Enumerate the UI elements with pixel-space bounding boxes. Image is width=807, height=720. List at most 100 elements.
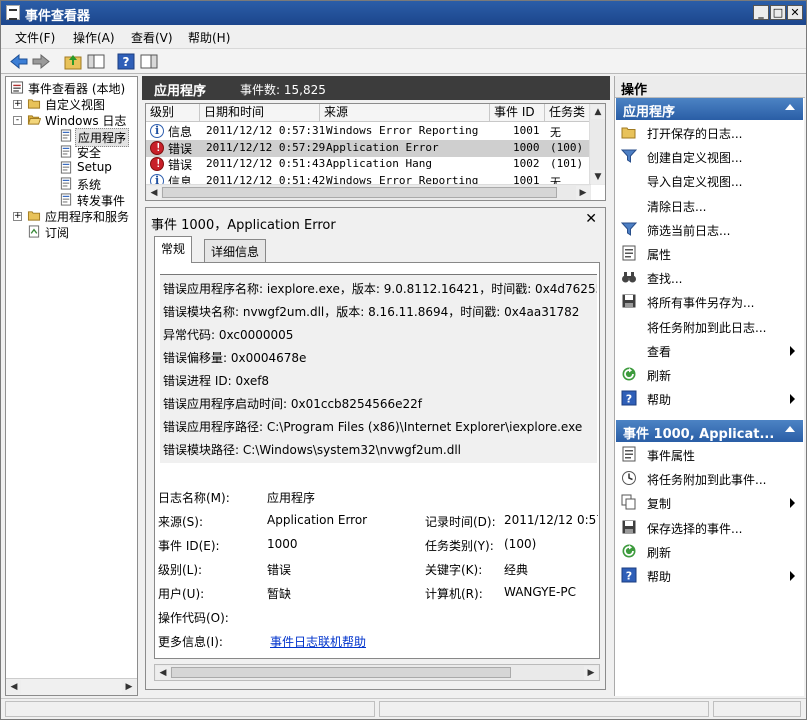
help-icon: ? — [621, 567, 637, 583]
event-datetime: 2011/12/12 0:51:43 — [206, 157, 326, 170]
collapse-icon[interactable]: - — [13, 116, 22, 125]
action-label: 清除日志... — [647, 199, 707, 214]
help-icon[interactable]: ? — [116, 52, 136, 71]
submenu-arrow-icon — [790, 394, 795, 405]
scroll-thumb[interactable] — [171, 667, 511, 678]
action-item[interactable]: 查看 — [621, 339, 799, 361]
tree-item[interactable]: Setup — [6, 160, 137, 176]
column-header-task[interactable]: 任务类别 — [545, 104, 593, 122]
status-panel — [5, 701, 375, 717]
collapse-chevron-icon[interactable] — [785, 426, 795, 432]
scroll-right-arrow[interactable]: ▶ — [122, 680, 136, 694]
actions-section-event[interactable]: 事件 1000, Applicat... — [616, 420, 803, 442]
close-window-button[interactable]: ✕ — [787, 5, 803, 20]
error-icon — [150, 157, 164, 171]
event-row[interactable]: 信息 2011/12/12 0:57:31Windows Error Report… — [146, 123, 593, 140]
tree-item[interactable]: 转发事件 — [6, 192, 137, 208]
action-item[interactable]: 复制 — [621, 491, 799, 513]
tree-item[interactable]: + 自定义视图 — [6, 96, 137, 112]
action-item[interactable]: 事件属性 — [621, 443, 799, 465]
action-item[interactable]: 筛选当前日志... — [621, 218, 799, 240]
event-id-value: 1000 — [267, 537, 298, 551]
description-line: 错误模块名称: nvwgf2um.dll，版本: 8.16.11.8694，时间… — [163, 305, 580, 319]
action-item[interactable]: 保存选择的事件... — [621, 516, 799, 538]
detail-horizontal-scrollbar[interactable]: ◀ ▶ — [154, 664, 600, 681]
tree-item[interactable]: 订阅 — [6, 224, 137, 240]
app-icon — [6, 5, 20, 20]
tree-item[interactable]: 事件查看器 (本地) — [6, 80, 137, 96]
menu-view[interactable]: 查看(V) — [131, 29, 173, 46]
action-item[interactable]: 属性 — [621, 242, 799, 264]
column-header-source[interactable]: 来源 — [320, 104, 490, 122]
scroll-up-arrow[interactable]: ▲ — [591, 105, 605, 119]
description-line: 错误模块路径: C:\Windows\system32\nvwgf2um.dll — [163, 443, 462, 457]
back-arrow-icon[interactable] — [9, 52, 29, 71]
action-item[interactable]: 导入自定义视图... — [621, 169, 799, 191]
tree-horizontal-scrollbar[interactable]: ◀ ▶ — [6, 678, 137, 695]
scroll-right-arrow[interactable]: ▶ — [576, 186, 590, 200]
tree-item[interactable]: 应用程序 — [6, 128, 137, 147]
tree-item-label: 订阅 — [45, 226, 70, 240]
column-header-level[interactable]: 级别 — [146, 104, 200, 122]
tree-item-label: 事件查看器 (本地) — [28, 82, 126, 96]
list-vertical-scrollbar[interactable]: ▲ ▼ — [589, 104, 605, 185]
help-icon: ? — [621, 390, 637, 406]
task-icon — [622, 471, 636, 486]
online-help-link[interactable]: 事件日志联机帮助 — [270, 633, 366, 650]
window-title: 事件查看器 — [25, 9, 91, 24]
action-label: 查找... — [647, 272, 683, 287]
actions-section-log[interactable]: 应用程序 — [616, 98, 803, 120]
column-header-datetime[interactable]: 日期和时间 — [200, 104, 320, 122]
event-row[interactable]: 错误 2011/12/12 0:51:43Application Hang 1002… — [146, 156, 593, 173]
source-label: 来源(S): — [158, 515, 204, 529]
keywords-label: 关键字(K): — [425, 563, 483, 577]
action-item[interactable]: ? 帮助 — [621, 564, 799, 586]
show-hide-action-pane-icon[interactable] — [139, 52, 159, 71]
collapse-chevron-icon[interactable] — [785, 104, 795, 110]
event-row[interactable]: 错误 2011/12/12 0:57:29Application Error 100… — [146, 139, 593, 157]
tree-item[interactable]: 安全 — [6, 144, 137, 160]
menu-action[interactable]: 操作(A) — [73, 29, 115, 46]
tree-item-label: 自定义视图 — [45, 98, 106, 112]
maximize-button[interactable]: □ — [770, 5, 786, 20]
show-hide-tree-icon[interactable] — [86, 52, 106, 71]
center-pane: 应用程序 事件数: 15,825 级别 日期和时间 来源 事件 ID 任务类别 … — [142, 76, 610, 696]
scroll-right-arrow[interactable]: ▶ — [584, 666, 598, 680]
expand-icon[interactable]: + — [13, 100, 22, 109]
action-item[interactable]: ? 帮助 — [621, 387, 799, 409]
tree-item[interactable]: - Windows 日志 — [6, 112, 137, 128]
action-item[interactable]: 刷新 — [621, 363, 799, 385]
action-item[interactable]: 清除日志... — [621, 194, 799, 216]
action-item[interactable]: 打开保存的日志... — [621, 121, 799, 143]
submenu-arrow-icon — [790, 498, 795, 509]
action-item[interactable]: 将任务附加到此日志... — [621, 315, 799, 337]
event-viewer-window: 事件查看器 _ □ ✕ 文件(F) 操作(A) 查看(V) 帮助(H) ? 事件… — [0, 0, 807, 720]
expand-icon[interactable]: + — [13, 212, 22, 221]
up-folder-icon[interactable] — [63, 52, 83, 71]
scroll-left-arrow[interactable]: ◀ — [156, 666, 170, 680]
close-detail-icon[interactable]: ✕ — [585, 211, 597, 227]
menu-file[interactable]: 文件(F) — [15, 29, 55, 46]
tree-item[interactable]: + 应用程序和服务 — [6, 208, 137, 224]
menu-help[interactable]: 帮助(H) — [188, 29, 230, 46]
scroll-down-arrow[interactable]: ▼ — [591, 170, 605, 184]
column-header-event-id[interactable]: 事件 ID — [490, 104, 545, 122]
action-item[interactable]: 将任务附加到此事件... — [621, 467, 799, 489]
action-item[interactable]: 创建自定义视图... — [621, 145, 799, 167]
task-category-value: (100) — [504, 537, 537, 551]
list-horizontal-scrollbar[interactable]: ◀ ▶ — [146, 184, 591, 200]
tree-item[interactable]: 系统 — [6, 176, 137, 192]
filter-icon — [621, 222, 637, 236]
scroll-left-arrow[interactable]: ◀ — [7, 680, 21, 694]
save-icon — [622, 294, 636, 308]
action-item[interactable]: 查找... — [621, 266, 799, 288]
minimize-button[interactable]: _ — [753, 5, 769, 20]
forward-arrow-icon[interactable] — [31, 52, 51, 71]
tab-general[interactable]: 常规 — [154, 236, 193, 263]
scroll-left-arrow[interactable]: ◀ — [147, 186, 161, 200]
action-item[interactable]: 刷新 — [621, 540, 799, 562]
tab-details[interactable]: 详细信息 — [204, 239, 267, 262]
action-item[interactable]: 将所有事件另存为... — [621, 290, 799, 312]
actions-header: 操作 — [615, 76, 805, 98]
scroll-thumb[interactable] — [162, 187, 557, 198]
